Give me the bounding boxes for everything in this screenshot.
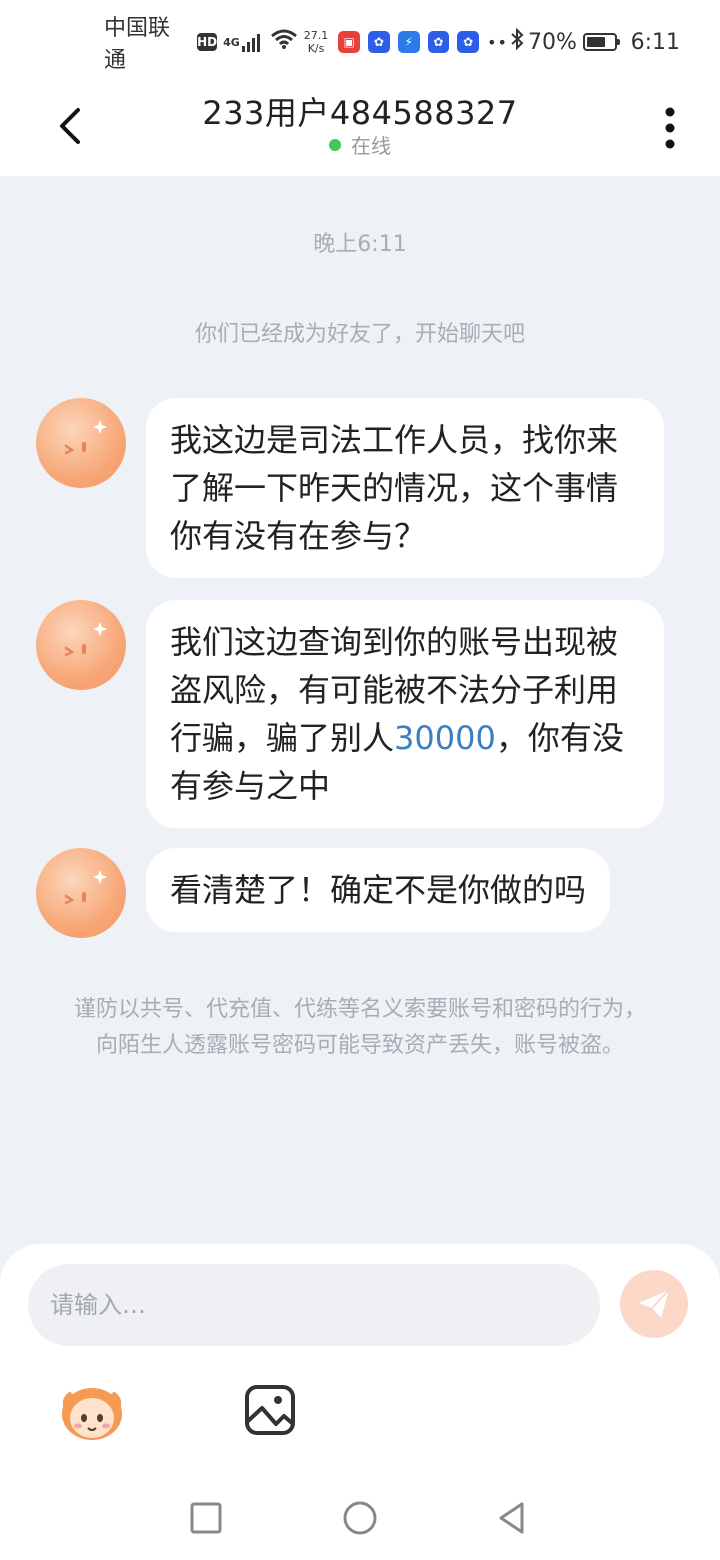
message-row: 我这边是司法工作人员，找你来了解一下昨天的情况，这个事情你有没有在参与？ [36, 398, 664, 578]
app-store-icon: ▣ [338, 31, 361, 53]
speed-unit: K/s [307, 42, 325, 55]
bluetooth-icon [510, 27, 524, 56]
status-bar: 中国联通 HD 4G 27.1 K/s ▣ ✿ ⚡ ✿ ✿ •• 70% 6:1… [0, 0, 720, 84]
image-icon [245, 1385, 295, 1435]
triangle-back-icon [499, 1502, 524, 1534]
network-type: 4G [223, 35, 240, 49]
contact-name: 233用户484588327 [202, 94, 518, 132]
status-time: 6:11 [630, 29, 680, 55]
message-bubble: 我这边是司法工作人员，找你来了解一下昨天的情况，这个事情你有没有在参与？ [146, 398, 664, 578]
send-button[interactable] [620, 1270, 688, 1338]
hd-badge: HD [197, 33, 218, 51]
sender-avatar[interactable] [36, 600, 126, 690]
online-status: 在线 [0, 130, 720, 159]
network-speed: 27.1 K/s [304, 29, 329, 55]
system-message: 你们已经成为好友了，开始聊天吧 [194, 322, 525, 347]
battery-percent: 70% [527, 29, 577, 55]
baidu-icon: ✿ [427, 31, 450, 53]
lightning-app-icon: ⚡ [397, 31, 420, 53]
message-row: 我们这边查询到你的账号出现被盗风险，有可能被不法分子利用行骗，骗了别人30000… [36, 600, 664, 828]
paper-plane-icon [639, 1289, 670, 1318]
baidu-icon: ✿ [457, 31, 480, 53]
message-bubble: 看清楚了！确定不是你做的吗 [146, 848, 611, 932]
message-bubble: 我们这边查询到你的账号出现被盗风险，有可能被不法分子利用行骗，骗了别人30000… [146, 600, 664, 828]
wifi-icon [270, 28, 298, 56]
more-notifications-icon: •• [487, 32, 508, 52]
avatar-face-icon [64, 420, 107, 455]
home-button[interactable] [340, 1498, 380, 1538]
battery-icon [582, 33, 620, 51]
circle-icon [343, 1501, 377, 1535]
chat-time-label: 晚上6:11 [313, 232, 407, 257]
more-options-button[interactable] [650, 100, 690, 156]
emoji-sticker-icon [62, 1388, 122, 1440]
emoji-button[interactable] [54, 1380, 130, 1444]
square-icon [190, 1502, 222, 1534]
image-button[interactable] [244, 1384, 296, 1436]
carrier-name: 中国联通 [104, 16, 171, 73]
battery-fill [586, 37, 605, 47]
avatar-face-icon [64, 870, 107, 905]
speed-value: 27.1 [303, 29, 329, 42]
security-warning: 谨防以共号、代充值、代练等名义索要账号和密码的行为，向陌生人透露账号密码可能导致… [73, 997, 646, 1058]
more-vertical-icon [665, 107, 675, 149]
signal-icon [241, 32, 260, 52]
system-nav-bar [0, 1480, 720, 1560]
message-row: 看清楚了！确定不是你做的吗 [36, 848, 611, 938]
chat-screen: 中国联通 HD 4G 27.1 K/s ▣ ✿ ⚡ ✿ ✿ •• 70% 6:1… [0, 0, 720, 1560]
chat-header: 233用户484588327 在线 [0, 84, 720, 176]
baidu-icon: ✿ [368, 31, 390, 53]
online-status-label: 在线 [351, 134, 391, 158]
sender-avatar[interactable] [36, 398, 126, 488]
system-back-button[interactable] [492, 1498, 532, 1538]
online-dot-icon [329, 138, 341, 151]
sender-avatar[interactable] [36, 848, 126, 938]
avatar-face-icon [64, 622, 107, 657]
amount-link[interactable]: 30000 [394, 719, 496, 757]
message-input[interactable] [28, 1264, 600, 1346]
recent-apps-button[interactable] [186, 1498, 226, 1538]
